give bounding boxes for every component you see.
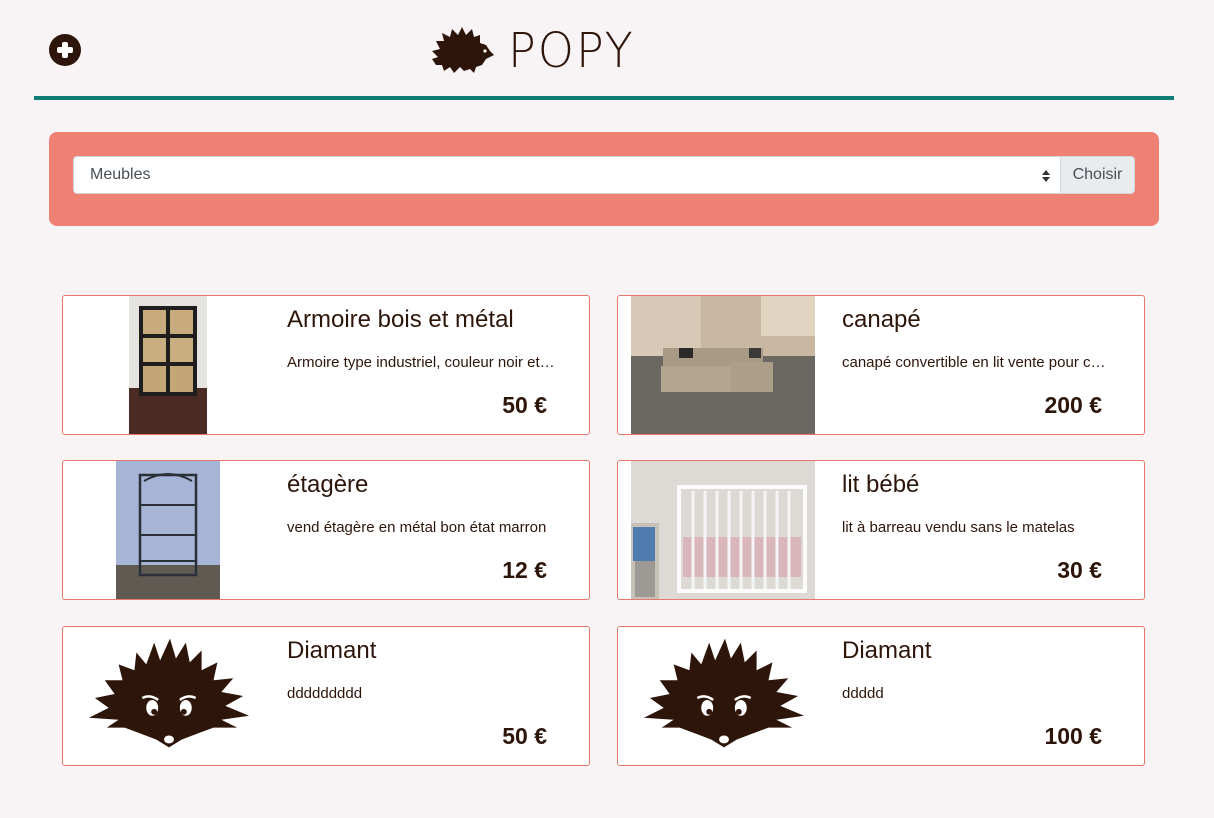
listing-card[interactable]: Diamant ddddddddd 50 € [62, 626, 590, 766]
listing-description: lit à barreau vendu sans le matelas [842, 519, 1075, 536]
logo-text: POPY [508, 21, 635, 79]
listing-description: Armoire type industriel, couleur noir et… [287, 354, 555, 371]
listing-price: 200 € [1044, 392, 1102, 418]
sofa-photo [631, 296, 815, 434]
listing-price: 50 € [502, 723, 547, 749]
select-arrows-icon [1041, 168, 1051, 184]
hedgehog-icon [432, 27, 494, 73]
listing-price: 12 € [502, 557, 547, 583]
listing-card[interactable]: étagère vend étagère en métal bon état m… [62, 460, 590, 600]
crib-photo [631, 461, 815, 599]
listing-title: lit bébé [842, 471, 920, 498]
category-select-value: Meubles [90, 166, 151, 183]
listing-title: étagère [287, 471, 369, 498]
hedgehog-placeholder [640, 627, 808, 765]
shelf-photo [116, 461, 220, 599]
listing-price: 30 € [1057, 557, 1102, 583]
add-listing-button[interactable] [49, 34, 81, 66]
listing-card[interactable]: Diamant ddddd 100 € [617, 626, 1145, 766]
listing-price: 50 € [502, 392, 547, 418]
listing-price: 100 € [1044, 723, 1102, 749]
listing-description: canapé convertible en lit vente pour cau… [842, 354, 1110, 371]
category-select[interactable]: Meubles [73, 156, 1061, 194]
listing-title: Diamant [287, 637, 377, 664]
listing-card[interactable]: lit bébé lit à barreau vendu sans le mat… [617, 460, 1145, 600]
choose-button[interactable]: Choisir [1060, 156, 1135, 194]
listing-title: Diamant [842, 637, 932, 664]
listing-title: Armoire bois et métal [287, 306, 514, 333]
hedgehog-placeholder [85, 627, 253, 765]
listing-title: canapé [842, 306, 921, 333]
listing-card[interactable]: Armoire bois et métal Armoire type indus… [62, 295, 590, 435]
header: POPY [34, 0, 1174, 100]
listing-description: ddddd [842, 685, 884, 702]
logo[interactable]: POPY [430, 22, 635, 78]
listing-description: vend étagère en métal bon état marron [287, 519, 547, 536]
wardrobe-photo [129, 296, 207, 434]
category-filter-panel: Meubles Choisir [49, 132, 1159, 226]
listing-card[interactable]: canapé canapé convertible en lit vente p… [617, 295, 1145, 435]
listing-description: ddddddddd [287, 685, 363, 702]
